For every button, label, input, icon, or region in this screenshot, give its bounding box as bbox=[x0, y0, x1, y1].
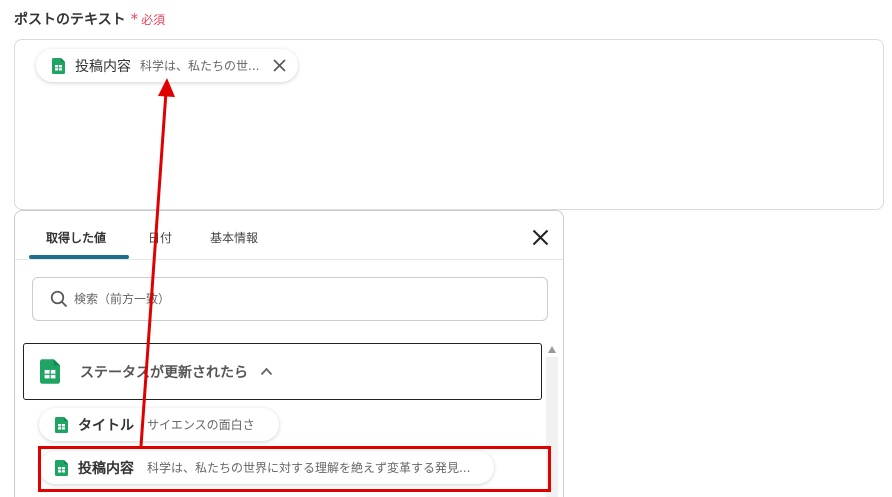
spreadsheet-icon bbox=[52, 57, 65, 74]
close-icon[interactable] bbox=[532, 229, 549, 250]
list-item-title[interactable]: タイトル サイエンスの面白さ bbox=[39, 408, 279, 441]
search-icon bbox=[50, 290, 68, 308]
required-badge: * 必須 bbox=[131, 10, 166, 28]
chevron-up-icon bbox=[260, 367, 273, 376]
spreadsheet-icon bbox=[40, 359, 60, 384]
tab-basic-info[interactable]: 基本情報 bbox=[210, 229, 258, 246]
search-input[interactable] bbox=[74, 292, 494, 306]
chip-value: 科学は、私たちの世... bbox=[140, 59, 260, 73]
field-label-text: ポストのテキスト bbox=[14, 12, 126, 28]
item-name: タイトル bbox=[78, 417, 134, 434]
close-icon[interactable] bbox=[273, 59, 287, 72]
field-label: ポストのテキスト * 必須 bbox=[14, 9, 165, 29]
tab-bar: 取得した値 日付 基本情報 bbox=[15, 211, 563, 260]
item-value: サイエンスの面白さ bbox=[147, 418, 255, 432]
tab-date[interactable]: 日付 bbox=[148, 229, 172, 246]
group-label: ステータスが更新されたら bbox=[80, 364, 248, 381]
required-mark: * bbox=[130, 10, 139, 28]
chip-name: 投稿内容 bbox=[75, 58, 131, 75]
tab-acquired-values[interactable]: 取得した値 bbox=[46, 229, 106, 246]
trigger-group-header[interactable]: ステータスが更新されたら bbox=[23, 343, 542, 400]
scroll-up-arrow[interactable] bbox=[548, 346, 556, 353]
spreadsheet-icon bbox=[55, 416, 68, 433]
active-tab-indicator bbox=[29, 255, 129, 259]
required-text: 必須 bbox=[141, 12, 166, 27]
search-box[interactable] bbox=[32, 277, 548, 321]
selected-value-chip[interactable]: 投稿内容 科学は、私たちの世... bbox=[36, 49, 299, 82]
annotation-highlight-box bbox=[38, 446, 551, 492]
